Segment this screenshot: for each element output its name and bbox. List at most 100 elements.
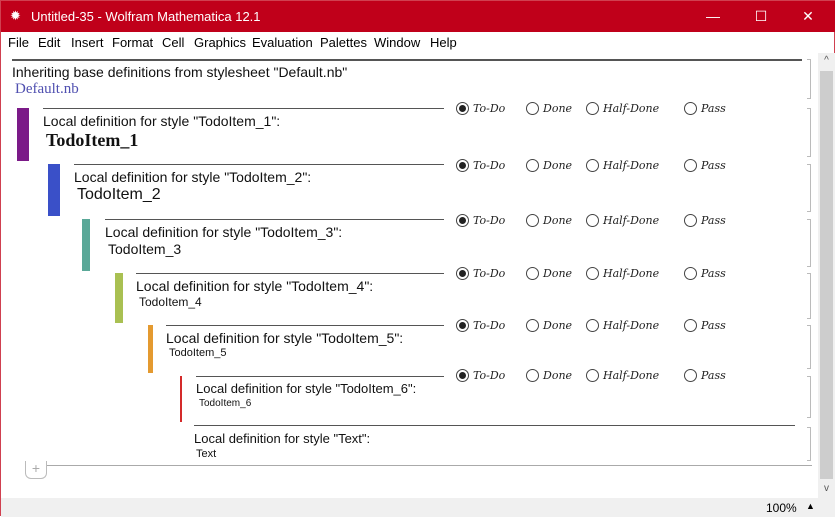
radio-option[interactable]: Half-Done [586,369,659,382]
radio-button-icon[interactable] [526,159,539,172]
radio-option[interactable]: Done [526,319,572,332]
radio-option[interactable]: To-Do [456,369,505,382]
radio-button-icon[interactable] [586,319,599,332]
cell-divider [43,108,444,109]
radio-option[interactable]: Done [526,369,572,382]
style-definition-label: Local definition for style "TodoItem_2": [74,169,312,185]
radio-button-icon[interactable] [684,319,697,332]
menu-window[interactable]: Window [374,35,420,50]
default-nb-link[interactable]: Default.nb [15,81,79,98]
zoom-level[interactable]: 100% [766,501,797,515]
scroll-down-icon[interactable]: v [818,483,835,494]
menu-insert[interactable]: Insert [71,35,104,50]
window-title: Untitled-35 - Wolfram Mathematica 12.1 [31,9,261,24]
radio-option[interactable]: Half-Done [586,267,659,280]
menu-format[interactable]: Format [112,35,153,50]
radio-button-icon[interactable] [526,267,539,280]
radio-option[interactable]: Pass [684,369,726,382]
radio-button-icon[interactable] [586,267,599,280]
style-definition-label: Local definition for style "TodoItem_4": [136,278,374,294]
cell-bracket[interactable] [807,427,811,461]
radio-label: To-Do [473,159,506,172]
vertical-scrollbar[interactable]: ^ v [818,53,835,498]
radio-option[interactable]: To-Do [456,319,505,332]
menu-edit[interactable]: Edit [38,35,60,50]
radio-option[interactable]: To-Do [456,159,505,172]
radio-button-icon[interactable] [586,369,599,382]
style-name[interactable]: TodoItem_1 [46,130,138,151]
maximize-button[interactable]: ☐ [746,5,776,27]
radio-option[interactable]: Done [526,267,572,280]
scroll-up-icon[interactable]: ^ [818,55,835,66]
style-name[interactable]: TodoItem_4 [139,295,202,309]
radio-option[interactable]: Half-Done [586,319,659,332]
radio-button-icon[interactable] [586,159,599,172]
radio-option[interactable]: Done [526,159,572,172]
zoom-menu-icon[interactable]: ▲ [806,501,815,511]
menu-graphics[interactable]: Graphics [194,35,246,50]
radio-button-icon[interactable] [526,369,539,382]
menu-evaluation[interactable]: Evaluation [252,35,313,50]
cell-bracket[interactable] [807,108,811,157]
style-name[interactable]: TodoItem_3 [108,241,181,257]
radio-option[interactable]: To-Do [456,214,505,227]
style-name[interactable]: TodoItem_2 [77,186,161,204]
cell-insertion-line [46,465,812,466]
cell-bracket[interactable] [807,273,811,319]
radio-option[interactable]: Pass [684,267,726,280]
radio-button-icon[interactable] [456,159,469,172]
cell-divider [12,59,802,61]
radio-option[interactable]: Done [526,214,572,227]
close-button[interactable]: ✕ [793,5,823,27]
cell-bracket[interactable] [807,59,811,99]
radio-button-icon[interactable] [526,319,539,332]
add-cell-button[interactable]: + [25,461,47,479]
minimize-button[interactable]: — [698,5,728,27]
menu-file[interactable]: File [8,35,29,50]
radio-button-icon[interactable] [526,102,539,115]
radio-button-icon[interactable] [684,369,697,382]
radio-option[interactable]: Pass [684,159,726,172]
radio-option[interactable]: To-Do [456,102,505,115]
radio-label: To-Do [473,319,506,332]
style-name[interactable]: TodoItem_6 [199,398,251,409]
radio-label: Pass [701,369,726,382]
radio-button-icon[interactable] [684,102,697,115]
cell-bracket[interactable] [807,164,811,212]
style-definition-label: Local definition for style "TodoItem_5": [166,330,404,346]
text-style-name[interactable]: Text [196,448,216,460]
style-name[interactable]: TodoItem_5 [169,347,226,359]
title-bar: ✹ Untitled-35 - Wolfram Mathematica 12.1… [1,1,835,32]
scroll-thumb[interactable] [820,71,833,479]
cell-bracket[interactable] [807,376,811,418]
style-color-bar [17,108,29,161]
radio-label: Done [543,267,573,280]
radio-button-icon[interactable] [456,267,469,280]
style-definition-label: Local definition for style "TodoItem_3": [105,224,343,240]
radio-option[interactable]: Pass [684,214,726,227]
cell-bracket[interactable] [807,219,811,267]
radio-button-icon[interactable] [456,369,469,382]
radio-button-icon[interactable] [456,102,469,115]
radio-button-icon[interactable] [684,214,697,227]
radio-button-icon[interactable] [684,267,697,280]
menu-cell[interactable]: Cell [162,35,184,50]
radio-button-icon[interactable] [456,214,469,227]
radio-button-icon[interactable] [456,319,469,332]
radio-option[interactable]: Done [526,102,572,115]
radio-option[interactable]: Pass [684,102,726,115]
radio-option[interactable]: Half-Done [586,214,659,227]
radio-button-icon[interactable] [684,159,697,172]
menu-palettes[interactable]: Palettes [320,35,367,50]
radio-button-icon[interactable] [586,102,599,115]
radio-option[interactable]: To-Do [456,267,505,280]
radio-option[interactable]: Half-Done [586,102,659,115]
style-color-bar [148,325,153,373]
cell-divider [196,376,444,377]
radio-button-icon[interactable] [586,214,599,227]
cell-bracket[interactable] [807,325,811,369]
radio-option[interactable]: Pass [684,319,726,332]
radio-button-icon[interactable] [526,214,539,227]
menu-help[interactable]: Help [430,35,457,50]
radio-option[interactable]: Half-Done [586,159,659,172]
